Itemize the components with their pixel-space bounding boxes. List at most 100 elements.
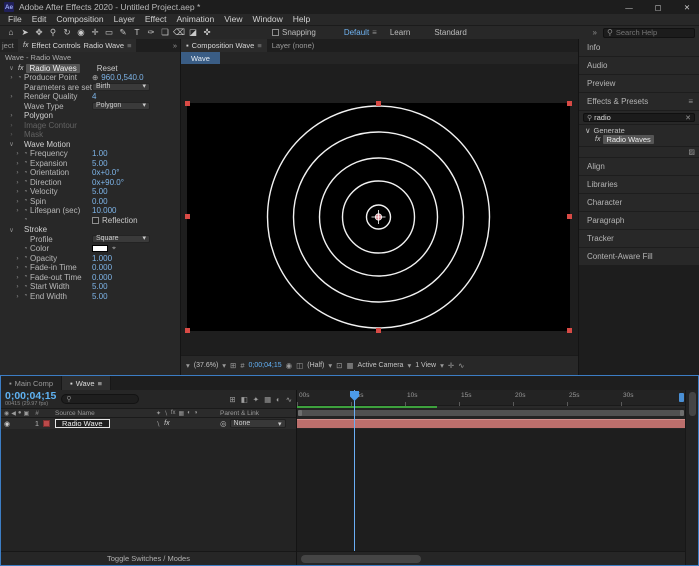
- property-value[interactable]: 0.000: [92, 263, 112, 272]
- stopwatch-icon[interactable]: ◔: [15, 75, 24, 81]
- menu-item[interactable]: Help: [288, 14, 315, 25]
- stopwatch-icon[interactable]: ◔: [21, 151, 30, 157]
- tab-effect-controls[interactable]: fx Effect Controls Radio Wave ≡: [18, 39, 137, 52]
- twirl-icon[interactable]: ›: [14, 274, 21, 281]
- frame-blend-icon[interactable]: ▦: [179, 410, 185, 417]
- solo-icon[interactable]: ●: [18, 410, 22, 417]
- twirl-icon[interactable]: ›: [14, 207, 21, 214]
- type-tool-icon[interactable]: T: [130, 27, 144, 38]
- layer-handle[interactable]: [567, 214, 572, 219]
- twirl-icon[interactable]: ∨: [8, 140, 15, 148]
- effect-header-row[interactable]: ∨ fx Radio Waves Reset: [0, 63, 180, 73]
- stopwatch-icon[interactable]: ◔: [21, 217, 30, 223]
- property-value[interactable]: 1.000: [92, 254, 112, 263]
- clear-search-icon[interactable]: ✕: [685, 114, 691, 122]
- audio-icon[interactable]: ◀: [11, 410, 16, 417]
- panel-paragraph[interactable]: Paragraph: [579, 212, 699, 229]
- resolution-dropdown-icon[interactable]: ▾: [328, 361, 332, 370]
- composition-canvas[interactable]: [185, 101, 572, 333]
- property-dropdown[interactable]: Polygon ▾: [92, 102, 150, 111]
- effect-property-row[interactable]: ∨ ◔ Stroke ▾ ⊕ Stroke ⌖: [0, 225, 180, 235]
- orbit-camera-tool-icon[interactable]: ↻: [60, 27, 74, 38]
- draft-3d-icon[interactable]: ◧: [241, 395, 248, 404]
- twirl-icon[interactable]: ›: [8, 122, 15, 129]
- quality-icon[interactable]: ∖: [164, 410, 168, 417]
- twirl-icon[interactable]: ›: [14, 264, 21, 271]
- motion-blur-icon[interactable]: ◐: [187, 410, 191, 417]
- effect-property-row[interactable]: › ◔ Polygon ▾ ⊕ Polygon ⌖: [0, 111, 180, 121]
- current-time-display[interactable]: 0;00;04;15: [249, 362, 282, 369]
- fx-switch-icon[interactable]: fx: [164, 420, 169, 428]
- effect-property-row[interactable]: ◔ Profile Square Square▾ ⊕Square Profile…: [0, 235, 180, 245]
- composition-viewport[interactable]: [181, 64, 578, 355]
- effect-property-row[interactable]: › ◔ Producer Point 960.0,540.0 960.0,540…: [0, 73, 180, 83]
- motion-blur-icon[interactable]: ◐: [276, 395, 281, 404]
- layer-handle[interactable]: [185, 214, 190, 219]
- menu-item[interactable]: Window: [248, 14, 288, 25]
- effects-item-radio-waves[interactable]: fx Radio Waves: [579, 135, 699, 144]
- effect-property-row[interactable]: › ◔ Lifespan (sec) 10.000 10.000▾ ⊕10.00…: [0, 206, 180, 216]
- transparency-grid-icon[interactable]: ▦: [346, 361, 353, 370]
- panel-effects-presets[interactable]: Effects & Presets ≡: [579, 93, 699, 110]
- magnification-value[interactable]: (37.6%): [194, 362, 219, 369]
- scrollbar-thumb[interactable]: [688, 392, 696, 416]
- pixel-aspect-correction-icon[interactable]: ✛: [448, 361, 454, 370]
- stopwatch-icon[interactable]: ◔: [21, 284, 30, 290]
- column-parent-link[interactable]: Parent & Link: [220, 410, 296, 417]
- vertical-scrollbar[interactable]: [685, 390, 698, 565]
- property-dropdown[interactable]: Square ▾: [92, 235, 150, 244]
- stopwatch-icon[interactable]: ◔: [21, 274, 30, 280]
- twirl-icon[interactable]: ›: [14, 150, 21, 157]
- property-value[interactable]: 5.00: [92, 292, 108, 301]
- maximize-button[interactable]: ▢: [646, 0, 670, 14]
- workspace-standard-button[interactable]: Standard: [434, 28, 466, 37]
- hand-tool-icon[interactable]: ✥: [32, 27, 46, 38]
- close-button[interactable]: ✕: [675, 0, 699, 14]
- twirl-icon[interactable]: ›: [14, 160, 21, 167]
- twirl-icon[interactable]: ∨: [8, 226, 15, 234]
- menu-item[interactable]: File: [3, 14, 27, 25]
- column-source-name[interactable]: Source Name: [55, 410, 156, 417]
- panel-menu-icon[interactable]: ≡: [98, 379, 102, 388]
- workspace-default-button[interactable]: Default: [344, 28, 369, 37]
- layer-handle[interactable]: [185, 101, 190, 106]
- effect-property-row[interactable]: › ◔ Fade-out Time 0.000 0.000▾ ⊕0.000 Fa…: [0, 273, 180, 283]
- property-value[interactable]: 10.000: [92, 206, 116, 215]
- panel-info[interactable]: Info: [579, 39, 699, 56]
- current-time-display[interactable]: 0;00;04;15: [5, 391, 56, 402]
- twirl-icon[interactable]: ›: [14, 198, 21, 205]
- stopwatch-icon[interactable]: ◔: [21, 255, 30, 261]
- property-value[interactable]: 5.00: [92, 282, 108, 291]
- show-channels-icon[interactable]: ◫: [296, 361, 303, 370]
- effect-property-row[interactable]: › ◔ Render Quality 4 4▾ ⊕4 Render Qualit…: [0, 92, 180, 102]
- toggle-switches-modes-button[interactable]: Toggle Switches / Modes: [107, 554, 190, 563]
- tab-layer[interactable]: Layer (none): [266, 39, 320, 52]
- clone-stamp-tool-icon[interactable]: ❏: [158, 27, 172, 38]
- grid-guides-icon[interactable]: ⊞: [230, 361, 236, 370]
- layer-handle[interactable]: [567, 328, 572, 333]
- twirl-icon[interactable]: ›: [14, 169, 21, 176]
- workspace-menu-icon[interactable]: ≡: [372, 28, 377, 37]
- graph-editor-icon[interactable]: ∿: [286, 395, 292, 404]
- menu-item[interactable]: View: [219, 14, 247, 25]
- property-checkbox[interactable]: [92, 216, 99, 224]
- snapshot-icon[interactable]: ◉: [286, 361, 293, 370]
- effect-property-row[interactable]: ◔ Color ▾ ⊕ Color ⌖: [0, 244, 180, 254]
- view-layout-dropdown-icon[interactable]: ▾: [440, 361, 444, 370]
- property-value[interactable]: 1.00: [92, 149, 108, 158]
- camera-dropdown-icon[interactable]: ▾: [407, 361, 411, 370]
- twirl-icon[interactable]: ∨: [585, 126, 591, 135]
- panel-menu-icon[interactable]: ≡: [127, 41, 131, 50]
- workspace-learn-button[interactable]: Learn: [390, 28, 410, 37]
- panel-libraries[interactable]: Libraries: [579, 176, 699, 193]
- panel-tracker[interactable]: Tracker: [579, 230, 699, 247]
- twirl-icon[interactable]: ›: [14, 255, 21, 262]
- effect-property-row[interactable]: › ◔ Fade-in Time 0.000 0.000▾ ⊕0.000 Fad…: [0, 263, 180, 273]
- twirl-icon[interactable]: ∨: [8, 64, 15, 72]
- layer-duration-bar[interactable]: [297, 419, 685, 428]
- work-area-end-marker[interactable]: [679, 393, 684, 402]
- effect-property-row[interactable]: › ◔ Expansion 5.00 5.00▾ ⊕5.00 Expansion…: [0, 159, 180, 169]
- work-area-bar[interactable]: [298, 410, 684, 416]
- property-value[interactable]: 4: [92, 92, 96, 101]
- stopwatch-icon[interactable]: ◔: [21, 170, 30, 176]
